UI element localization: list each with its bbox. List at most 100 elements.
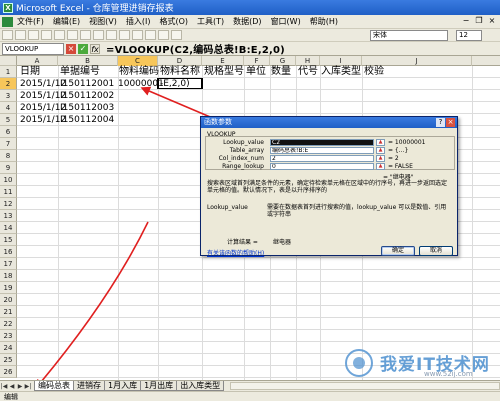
chart-icon[interactable]	[171, 30, 182, 40]
row-header-26[interactable]: 26	[0, 366, 17, 378]
save-icon[interactable]	[28, 30, 39, 40]
row-header-14[interactable]: 14	[0, 222, 17, 234]
row-header-12[interactable]: 12	[0, 198, 17, 210]
function-help-link[interactable]: 有关该函数的帮助(H)	[207, 248, 264, 257]
undo-icon[interactable]	[119, 30, 130, 40]
row-header-20[interactable]: 20	[0, 294, 17, 306]
help-icon[interactable]: ?	[436, 118, 445, 127]
formula-input[interactable]: =VLOOKUP(C2,编码总表!B:E,2,0)	[106, 41, 285, 56]
tab-jan-out[interactable]: 1月出库	[140, 381, 178, 391]
sort-icon[interactable]	[158, 30, 169, 40]
prev-sheet-icon[interactable]: ◀	[8, 382, 16, 391]
grid-line	[17, 281, 500, 282]
row-header-6[interactable]: 6	[0, 126, 17, 138]
first-sheet-icon[interactable]: |◀	[0, 382, 8, 391]
collapse-dialog-icon[interactable]: ▲	[376, 139, 385, 146]
col-index-input[interactable]: 2	[270, 155, 374, 162]
cancel-formula-icon[interactable]: ×	[66, 43, 76, 54]
cut-icon[interactable]	[80, 30, 91, 40]
close-icon[interactable]: ×	[446, 118, 455, 127]
column-header-c[interactable]: C	[118, 56, 158, 66]
row-header-4[interactable]: 4	[0, 102, 17, 114]
menu-data[interactable]: 数据(D)	[233, 16, 261, 27]
row-header-15[interactable]: 15	[0, 234, 17, 246]
column-header-h[interactable]: H	[296, 56, 320, 66]
row-header-16[interactable]: 16	[0, 246, 17, 258]
redo-icon[interactable]	[132, 30, 143, 40]
restore-icon[interactable]: ❐	[473, 16, 485, 27]
arg-result-range-lookup: = FALSE	[388, 163, 413, 170]
tab-jan-in[interactable]: 1月入库	[104, 381, 142, 391]
row-header-5[interactable]: 5	[0, 114, 17, 126]
font-name-select[interactable]: 宋体	[370, 30, 448, 41]
menu-help[interactable]: 帮助(H)	[310, 16, 338, 27]
copy-icon[interactable]	[93, 30, 104, 40]
name-box[interactable]: VLOOKUP	[2, 42, 64, 55]
row-header-17[interactable]: 17	[0, 258, 17, 270]
row-header-8[interactable]: 8	[0, 150, 17, 162]
arg-result-lookup-value: = 10000001	[388, 139, 426, 146]
collapse-dialog-icon[interactable]: ▲	[376, 155, 385, 162]
row-header-13[interactable]: 13	[0, 210, 17, 222]
column-header-a[interactable]: A	[17, 56, 58, 66]
enter-formula-icon[interactable]: ✓	[78, 43, 88, 54]
spell-icon[interactable]	[67, 30, 78, 40]
column-header-b[interactable]: B	[58, 56, 118, 66]
sum-icon[interactable]	[145, 30, 156, 40]
row-header-11[interactable]: 11	[0, 186, 17, 198]
column-header-e[interactable]: E	[202, 56, 244, 66]
row-header-10[interactable]: 10	[0, 174, 17, 186]
cancel-button[interactable]: 取消	[419, 246, 453, 256]
tab-in-out-type[interactable]: 出入库类型	[176, 381, 225, 391]
preview-icon[interactable]	[54, 30, 65, 40]
sheet-tab-bar: |◀ ◀ ▶ ▶| 编码总表 进销存 1月入库 1月出库 出入库类型	[0, 380, 500, 391]
row-header-18[interactable]: 18	[0, 270, 17, 282]
column-header-j[interactable]: J	[362, 56, 472, 66]
insert-function-icon[interactable]: fx	[90, 43, 100, 54]
paste-icon[interactable]	[106, 30, 117, 40]
row-header-24[interactable]: 24	[0, 342, 17, 354]
row-header-7[interactable]: 7	[0, 138, 17, 150]
new-icon[interactable]	[2, 30, 13, 40]
column-header-i[interactable]: I	[320, 56, 362, 66]
select-all-corner[interactable]	[0, 56, 17, 66]
collapse-dialog-icon[interactable]: ▲	[376, 147, 385, 154]
row-header-22[interactable]: 22	[0, 318, 17, 330]
range-lookup-input[interactable]: 0	[270, 163, 374, 170]
menu-insert[interactable]: 插入(I)	[126, 16, 151, 27]
collapse-dialog-icon[interactable]: ▲	[376, 163, 385, 170]
last-sheet-icon[interactable]: ▶|	[24, 382, 32, 391]
menu-tools[interactable]: 工具(T)	[197, 16, 224, 27]
dialog-title-bar[interactable]: 函数参数 ? ×	[201, 117, 457, 128]
row-header-19[interactable]: 19	[0, 282, 17, 294]
row-header-3[interactable]: 3	[0, 90, 17, 102]
ok-button[interactable]: 确定	[381, 246, 415, 256]
tab-code-master[interactable]: 编码总表	[34, 381, 74, 391]
column-header-d[interactable]: D	[158, 56, 202, 66]
column-header-f[interactable]: F	[244, 56, 270, 66]
tab-inventory[interactable]: 进销存	[73, 381, 105, 391]
row-header-1[interactable]: 1	[0, 66, 17, 78]
column-header-g[interactable]: G	[270, 56, 296, 66]
row-header-25[interactable]: 25	[0, 354, 17, 366]
menu-view[interactable]: 视图(V)	[89, 16, 117, 27]
row-header-2[interactable]: 2	[0, 78, 17, 90]
open-icon[interactable]	[15, 30, 26, 40]
row-header-9[interactable]: 9	[0, 162, 17, 174]
next-sheet-icon[interactable]: ▶	[16, 382, 24, 391]
minimize-icon[interactable]: −	[460, 16, 472, 27]
horizontal-scrollbar[interactable]	[230, 382, 500, 390]
close-icon[interactable]: ×	[486, 16, 498, 27]
menu-file[interactable]: 文件(F)	[17, 16, 44, 27]
table-array-input[interactable]: 编码总表!B:E	[270, 147, 374, 154]
arg-help-label: Lookup_value	[207, 204, 248, 211]
lookup-value-input[interactable]: C2	[270, 139, 374, 146]
row-header-21[interactable]: 21	[0, 306, 17, 318]
row-header-23[interactable]: 23	[0, 330, 17, 342]
print-icon[interactable]	[41, 30, 52, 40]
menu-format[interactable]: 格式(O)	[159, 16, 188, 27]
menu-edit[interactable]: 编辑(E)	[53, 16, 80, 27]
font-size-select[interactable]: 12	[456, 30, 482, 41]
menu-window[interactable]: 窗口(W)	[271, 16, 301, 27]
grid-line	[17, 341, 500, 342]
